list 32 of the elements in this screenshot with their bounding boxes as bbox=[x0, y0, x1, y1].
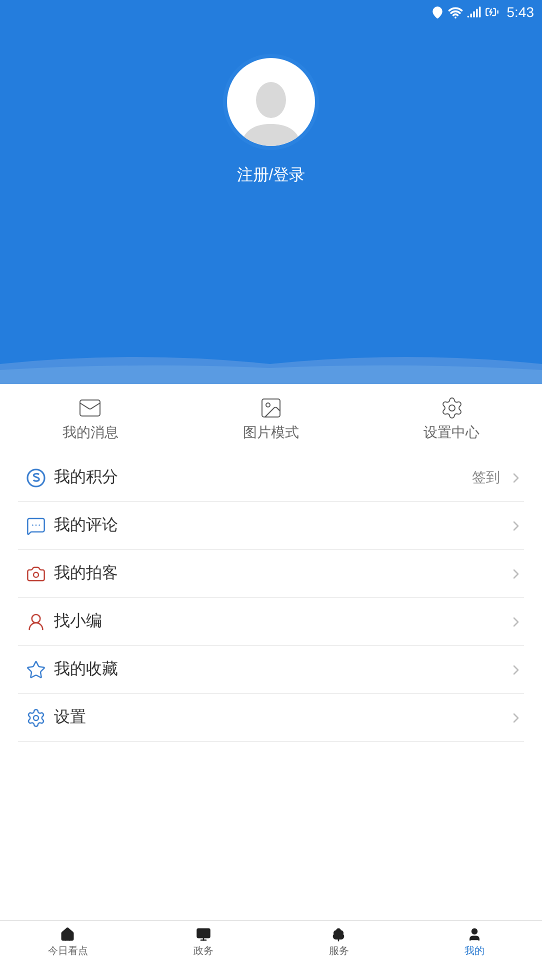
menu-item[interactable]: 我的收藏 bbox=[18, 646, 524, 694]
signal-icon bbox=[466, 5, 481, 19]
person-icon bbox=[26, 612, 46, 632]
camera-icon bbox=[26, 564, 46, 584]
wifi-icon bbox=[448, 4, 463, 20]
tab[interactable]: 今日看点 bbox=[0, 921, 136, 964]
settings-icon bbox=[440, 396, 464, 420]
quick-action[interactable]: 图片模式 bbox=[180, 396, 362, 442]
clock: 5:43 bbox=[506, 2, 534, 22]
tab[interactable]: 我的 bbox=[406, 921, 542, 964]
avatar[interactable] bbox=[227, 58, 315, 146]
menu-item[interactable]: 找小编 bbox=[18, 598, 524, 646]
image-icon bbox=[259, 396, 283, 420]
menu-item[interactable]: 设置 bbox=[18, 694, 524, 742]
quick-action[interactable]: 设置中心 bbox=[361, 396, 542, 442]
quick-action[interactable]: 我的消息 bbox=[0, 396, 181, 442]
tab[interactable]: 服务 bbox=[271, 921, 406, 964]
settings-icon bbox=[26, 708, 46, 728]
battery-icon bbox=[484, 5, 499, 19]
menu-item[interactable]: 我的评论 bbox=[18, 502, 524, 550]
home-icon bbox=[60, 926, 76, 942]
menu-item[interactable]: 我的拍客 bbox=[18, 550, 524, 598]
menu-item[interactable]: 我的积分 签到 bbox=[18, 454, 524, 502]
check-in-label[interactable]: 签到 bbox=[472, 467, 500, 488]
location-icon bbox=[430, 6, 444, 18]
coin-icon bbox=[26, 468, 46, 488]
tab[interactable]: 政务 bbox=[136, 921, 271, 964]
comment-icon bbox=[26, 516, 46, 536]
login-link[interactable]: 注册/登录 bbox=[236, 164, 306, 188]
tree-icon bbox=[331, 926, 346, 942]
person-icon bbox=[466, 926, 482, 942]
star-icon bbox=[26, 660, 46, 680]
